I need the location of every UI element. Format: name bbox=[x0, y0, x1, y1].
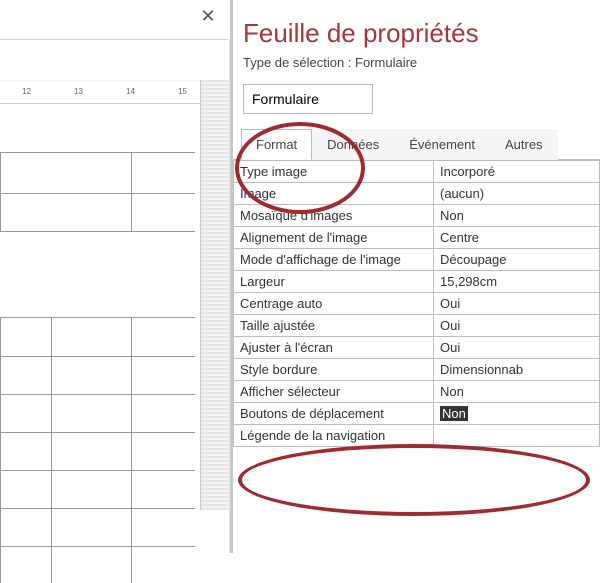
property-label: Afficher sélecteur bbox=[234, 381, 434, 403]
property-row[interactable]: Boutons de déplacementNon bbox=[234, 403, 600, 425]
object-selector-value: Formulaire bbox=[252, 91, 319, 107]
designer-toolbar: ✕ bbox=[0, 0, 228, 40]
property-row[interactable]: Afficher sélecteurNon bbox=[234, 381, 600, 403]
property-value[interactable]: Non bbox=[434, 381, 600, 403]
property-row[interactable]: Image(aucun) bbox=[234, 183, 600, 205]
property-label: Style bordure bbox=[234, 359, 434, 381]
property-value[interactable]: Dimensionnab bbox=[434, 359, 600, 381]
grid-section bbox=[0, 317, 195, 583]
close-icon[interactable]: ✕ bbox=[200, 8, 216, 24]
grid-section bbox=[0, 152, 195, 232]
property-sheet: Feuille de propriétés Type de sélection … bbox=[230, 0, 600, 553]
property-label: Mode d'affichage de l'image bbox=[234, 249, 434, 271]
ruler-mark: 13 bbox=[74, 87, 83, 96]
property-value[interactable]: Oui bbox=[434, 337, 600, 359]
property-row[interactable]: Légende de la navigation bbox=[234, 425, 600, 447]
ruler-mark: 14 bbox=[126, 87, 135, 96]
property-value[interactable]: Incorporé bbox=[434, 161, 600, 183]
property-tabs: Format Données Événement Autres bbox=[233, 128, 600, 160]
design-surface: 12 13 14 15 ▲ bbox=[0, 40, 230, 553]
selection-type-label: Type de sélection : Formulaire bbox=[233, 55, 600, 84]
property-label: Ajuster à l'écran bbox=[234, 337, 434, 359]
property-label: Mosaïque d'images bbox=[234, 205, 434, 227]
property-table: Type imageIncorporéImage(aucun)Mosaïque … bbox=[233, 160, 600, 447]
property-row[interactable]: Alignement de l'imageCentre bbox=[234, 227, 600, 249]
tab-data[interactable]: Données bbox=[312, 129, 394, 160]
property-label: Taille ajustée bbox=[234, 315, 434, 337]
property-label: Centrage auto bbox=[234, 293, 434, 315]
property-value[interactable]: Centre bbox=[434, 227, 600, 249]
property-row[interactable]: Style bordureDimensionnab bbox=[234, 359, 600, 381]
property-row[interactable]: Type imageIncorporé bbox=[234, 161, 600, 183]
property-value[interactable]: Oui bbox=[434, 293, 600, 315]
horizontal-ruler: 12 13 14 15 bbox=[0, 80, 200, 104]
property-value[interactable]: 15,298cm bbox=[434, 271, 600, 293]
property-row[interactable]: Mode d'affichage de l'imageDécoupage bbox=[234, 249, 600, 271]
property-label: Image bbox=[234, 183, 434, 205]
grid-gutter bbox=[200, 80, 230, 510]
property-label: Type image bbox=[234, 161, 434, 183]
ruler-mark: 12 bbox=[22, 87, 31, 96]
property-label: Largeur bbox=[234, 271, 434, 293]
tab-event[interactable]: Événement bbox=[394, 129, 490, 160]
property-row[interactable]: Largeur15,298cm bbox=[234, 271, 600, 293]
property-value[interactable]: Non bbox=[434, 205, 600, 227]
property-value[interactable] bbox=[434, 425, 600, 447]
panel-title: Feuille de propriétés bbox=[233, 0, 600, 55]
property-value[interactable]: Non bbox=[434, 403, 600, 425]
tab-format[interactable]: Format bbox=[241, 129, 312, 160]
property-label: Alignement de l'image bbox=[234, 227, 434, 249]
ruler-mark: 15 bbox=[178, 87, 187, 96]
property-label: Boutons de déplacement bbox=[234, 403, 434, 425]
property-row[interactable]: Taille ajustéeOui bbox=[234, 315, 600, 337]
property-row[interactable]: Ajuster à l'écranOui bbox=[234, 337, 600, 359]
form-grid[interactable] bbox=[0, 112, 200, 582]
property-value[interactable]: Découpage bbox=[434, 249, 600, 271]
property-label: Légende de la navigation bbox=[234, 425, 434, 447]
property-value[interactable]: Oui bbox=[434, 315, 600, 337]
tab-other[interactable]: Autres bbox=[490, 129, 558, 160]
object-selector[interactable]: Formulaire bbox=[243, 84, 373, 114]
property-row[interactable]: Mosaïque d'imagesNon bbox=[234, 205, 600, 227]
property-value[interactable]: (aucun) bbox=[434, 183, 600, 205]
property-row[interactable]: Centrage autoOui bbox=[234, 293, 600, 315]
